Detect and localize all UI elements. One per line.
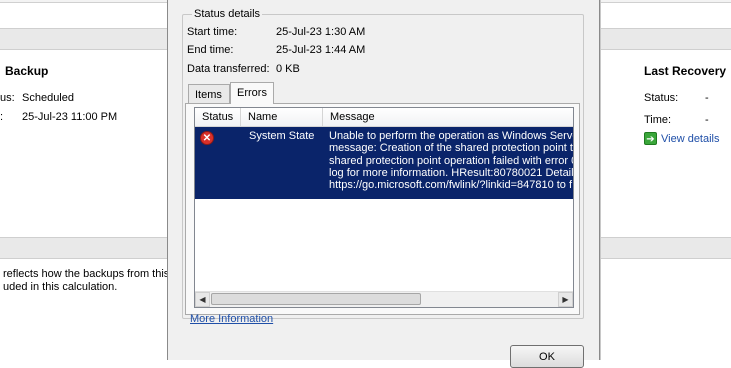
- more-information-link[interactable]: More Information: [190, 313, 273, 325]
- end-time-value: 25-Jul-23 1:44 AM: [276, 44, 366, 56]
- recovery-status-label: Status:: [644, 92, 679, 104]
- message-line: https://go.microsoft.com/fwlink/?linkid=…: [329, 179, 573, 192]
- recovery-time-value: -: [705, 114, 709, 126]
- tab-items[interactable]: Items: [188, 84, 230, 104]
- view-details-arrow-icon[interactable]: ➔: [644, 132, 657, 145]
- start-time-value: 25-Jul-23 1:30 AM: [276, 26, 366, 38]
- message-line: log for more information. HResult:807800…: [329, 166, 574, 179]
- errors-tab-panel: Status Name Message ✕ System State Unabl…: [185, 103, 580, 315]
- scroll-left-icon[interactable]: ◀: [195, 292, 210, 307]
- table-row[interactable]: ✕ System State Unable to perform the ope…: [195, 127, 573, 199]
- row-name: System State: [249, 130, 315, 142]
- message-line: message: Creation of the shared protecti…: [329, 142, 574, 155]
- last-recovery-title: Last Recovery: [644, 64, 727, 78]
- end-time-label: End time:: [187, 44, 234, 56]
- footer-text-line1: reflects how the backups from this: [3, 268, 170, 280]
- horizontal-scrollbar[interactable]: ◀ ▶: [195, 291, 573, 307]
- data-transferred-label: Data transferred:: [187, 63, 270, 75]
- status-details-title: Status details: [192, 8, 263, 20]
- list-header: Status Name Message: [195, 108, 573, 127]
- errors-list[interactable]: Status Name Message ✕ System State Unabl…: [194, 107, 574, 308]
- scheduled-backup-title: Backup: [5, 64, 49, 78]
- recovery-time-label: Time:: [644, 114, 672, 126]
- column-header-name[interactable]: Name: [241, 108, 323, 126]
- footer-text-line2: uded in this calculation.: [3, 281, 118, 293]
- tab-errors[interactable]: Errors: [230, 82, 274, 104]
- view-details-link[interactable]: View details: [661, 133, 720, 145]
- error-icon: ✕: [200, 131, 214, 145]
- start-time-label: Start time:: [187, 26, 238, 38]
- ok-button[interactable]: OK: [510, 345, 584, 368]
- recovery-status-value: -: [705, 92, 709, 104]
- message-line: Unable to perform the operation as Windo…: [329, 130, 574, 142]
- row-message: Unable to perform the operation as Windo…: [329, 130, 574, 192]
- scheduled-status-label: us:: [0, 92, 15, 104]
- column-header-status[interactable]: Status: [195, 108, 241, 126]
- message-line: shared protection point operation failed…: [329, 154, 574, 167]
- scrollbar-thumb[interactable]: [211, 293, 421, 305]
- scheduled-status-value: Scheduled: [22, 92, 74, 104]
- data-transferred-value: 0 KB: [276, 63, 300, 75]
- scheduled-time-label: :: [0, 111, 4, 123]
- scheduled-time-value: 25-Jul-23 11:00 PM: [22, 111, 118, 123]
- backup-details-dialog: Status details Start time: 25-Jul-23 1:3…: [167, 0, 600, 368]
- column-header-message[interactable]: Message: [323, 108, 573, 126]
- scroll-right-icon[interactable]: ▶: [558, 292, 573, 307]
